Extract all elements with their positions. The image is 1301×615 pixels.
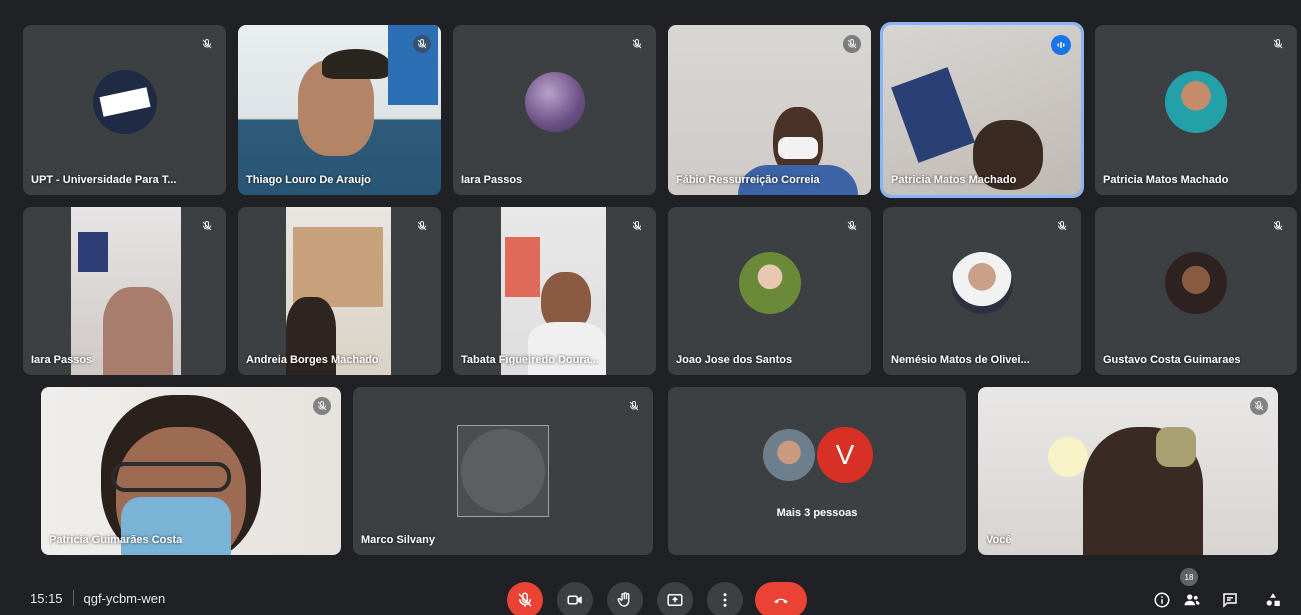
avatar: [92, 69, 157, 134]
meeting-code: qgf-ycbm-wen: [83, 590, 166, 606]
avatar-initial: V: [815, 425, 875, 485]
people-button[interactable]: [1178, 586, 1206, 614]
participant-tile[interactable]: Gustavo Costa Guimaraes: [1095, 207, 1297, 375]
activities-icon: [1266, 593, 1280, 606]
mic-off-icon: [198, 217, 216, 235]
participant-name: Andreia Borges Machado: [246, 354, 379, 366]
participant-name: Tabata Figueiredo Doura...: [461, 354, 599, 366]
participant-tile[interactable]: Iara Passos: [453, 25, 656, 195]
participant-tile[interactable]: Nemésio Matos de Olivei...: [883, 207, 1081, 375]
info-icon: [1154, 592, 1170, 608]
hang-up-icon: [774, 598, 788, 604]
participant-tile[interactable]: Tabata Figueiredo Doura...: [453, 207, 656, 375]
participant-name: Você: [986, 534, 1012, 546]
divider: [72, 590, 74, 606]
mic-off-icon: [1269, 35, 1287, 53]
mic-off-icon: [413, 35, 431, 53]
activities-button[interactable]: [1259, 586, 1287, 614]
meet-stage: UPT - Universidade Para T... Thiago Lour…: [0, 0, 1301, 615]
participant-name: Fábio Ressurreição Correia: [676, 174, 820, 186]
mic-off-icon: [1250, 397, 1268, 415]
more-options-button[interactable]: [707, 582, 743, 615]
participant-tile[interactable]: Thiago Louro De Araujo: [238, 25, 441, 195]
participant-tile[interactable]: Patricia Matos Machado: [1095, 25, 1297, 195]
raise-hand-icon: [617, 592, 630, 607]
mic-off-icon: [625, 397, 643, 415]
mic-off-icon: [198, 35, 216, 53]
mic-off-icon: [628, 35, 646, 53]
meeting-details-button[interactable]: [1148, 586, 1176, 614]
camera-icon: [567, 595, 582, 605]
participant-name: Joao Jose dos Santos: [676, 354, 793, 366]
participant-name: Patricia Matos Machado: [891, 174, 1017, 186]
chat-icon: [1223, 593, 1237, 608]
speaking-indicator-icon: [1051, 35, 1071, 55]
avatar: [951, 251, 1013, 314]
participant-tile[interactable]: Joao Jose dos Santos: [668, 207, 871, 375]
participant-count-badge: 18: [1180, 568, 1198, 586]
more-options-icon: [723, 593, 727, 607]
mic-off-icon: [1269, 217, 1287, 235]
participant-name: Patricia Guimarães Costa: [49, 534, 183, 546]
participant-name: UPT - Universidade Para T...: [31, 174, 177, 186]
mic-off-icon: [1053, 217, 1071, 235]
participant-tile[interactable]: Andreia Borges Machado: [238, 207, 441, 375]
participant-tile[interactable]: UPT - Universidade Para T...: [23, 25, 226, 195]
participant-name: Iara Passos: [461, 174, 523, 186]
mic-off-icon: [628, 217, 646, 235]
camera-toggle-button[interactable]: [557, 582, 593, 615]
people-icon: [1184, 594, 1200, 606]
raise-hand-button[interactable]: [607, 582, 643, 615]
mic-off-icon: [313, 397, 331, 415]
present-screen-button[interactable]: [657, 582, 693, 615]
mic-toggle-button[interactable]: [507, 582, 543, 615]
participant-name: Iara Passos: [31, 354, 93, 366]
leave-call-button[interactable]: [755, 582, 807, 615]
participant-tile[interactable]: Iara Passos: [23, 207, 226, 375]
mic-off-icon: [413, 217, 431, 235]
avatar: [1165, 70, 1227, 133]
participant-name: Gustavo Costa Guimaraes: [1103, 354, 1241, 366]
participant-tile[interactable]: Patricia Guimarães Costa: [41, 387, 341, 555]
self-tile[interactable]: Você: [978, 387, 1278, 555]
participant-name: Marco Silvany: [361, 534, 435, 546]
present-screen-icon: [667, 594, 683, 606]
participant-name: Thiago Louro De Araujo: [246, 174, 371, 186]
avatar: [1165, 251, 1227, 314]
mic-off-icon: [843, 217, 861, 235]
avatar: [524, 71, 585, 132]
avatar: [761, 427, 817, 483]
more-people-label: Mais 3 pessoas: [776, 507, 858, 519]
more-people-tile[interactable]: V Mais 3 pessoas: [668, 387, 966, 555]
participant-tile-speaking[interactable]: Patricia Matos Machado: [883, 25, 1081, 195]
participant-name: Patricia Matos Machado: [1103, 174, 1229, 186]
participant-tile[interactable]: Marco Silvany: [353, 387, 653, 555]
participant-name: Nemésio Matos de Olivei...: [891, 354, 1030, 366]
meeting-info: 15:15 qgf-ycbm-wen: [30, 590, 165, 606]
chat-button[interactable]: [1216, 586, 1244, 614]
mic-off-icon: [843, 35, 861, 53]
meeting-time: 15:15: [30, 590, 63, 606]
participant-tile[interactable]: Fábio Ressurreição Correia: [668, 25, 871, 195]
mic-off-icon: [518, 592, 532, 607]
avatar: [738, 251, 801, 314]
